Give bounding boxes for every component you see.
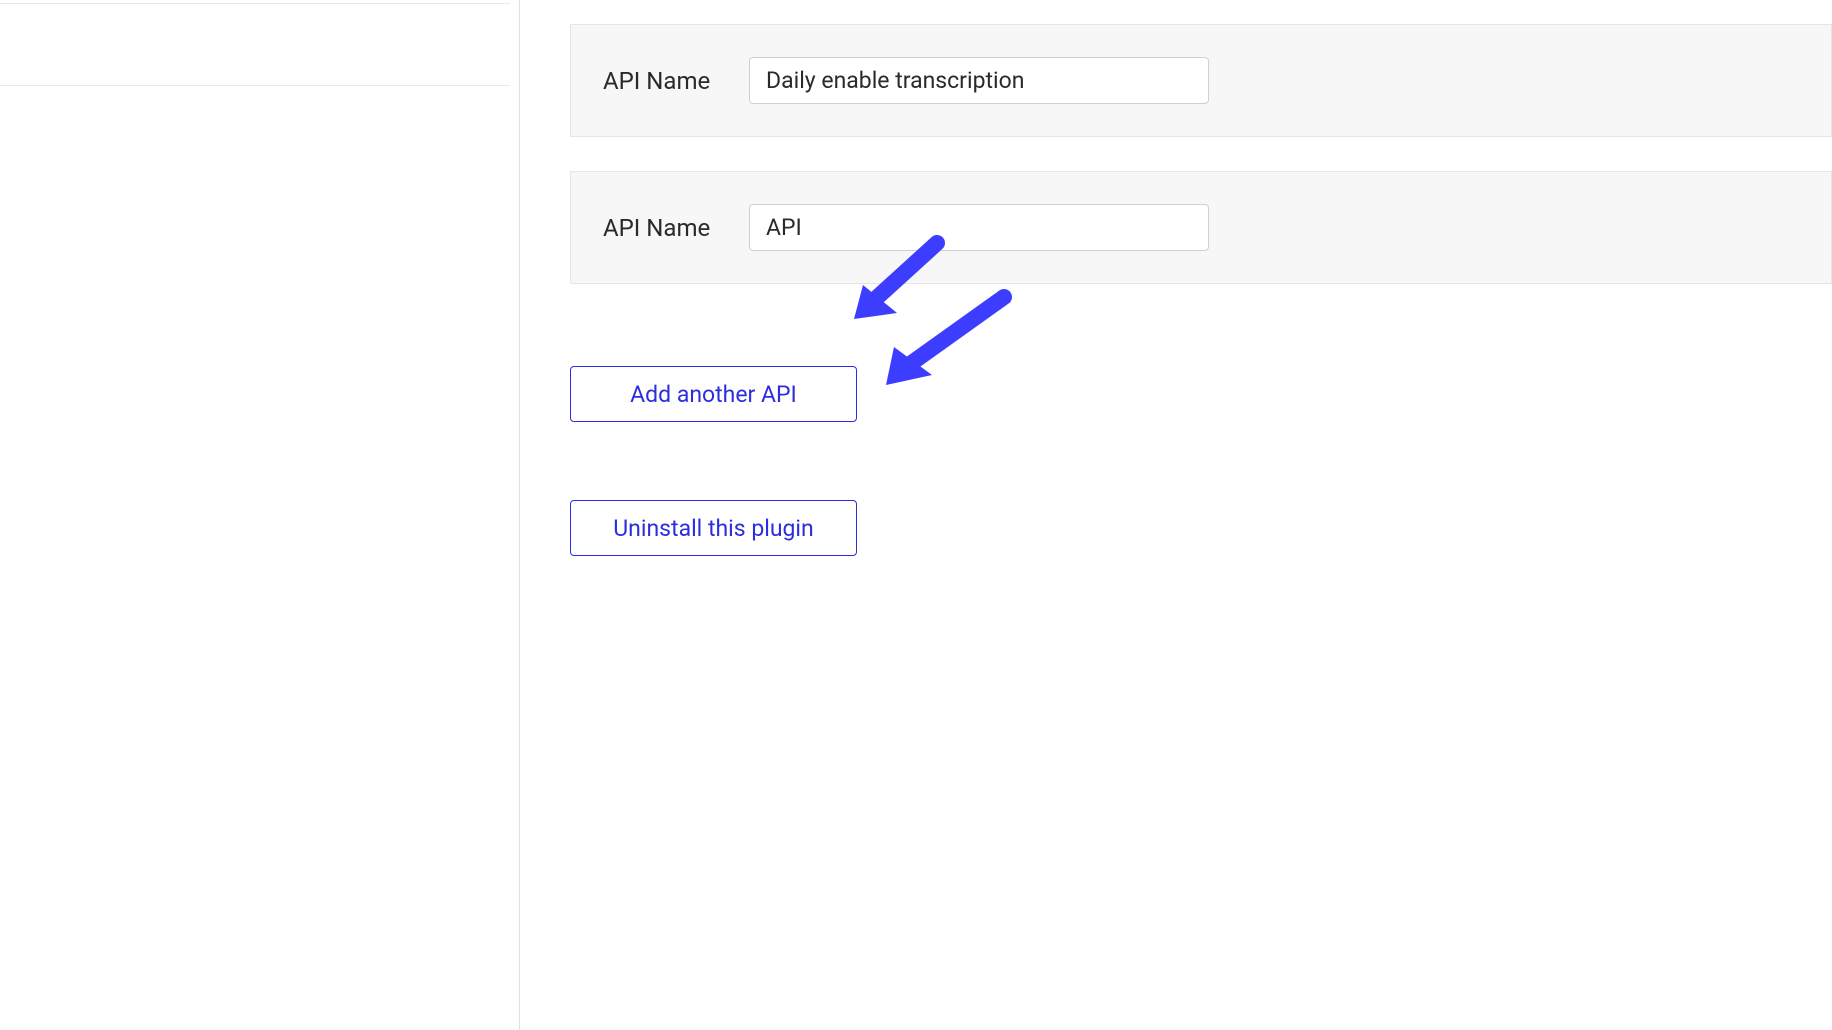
add-another-api-button[interactable]: Add another API <box>570 366 857 422</box>
api-config-block: API Name <box>570 24 1832 137</box>
uninstall-plugin-button[interactable]: Uninstall this plugin <box>570 500 857 556</box>
api-name-label: API Name <box>603 67 707 95</box>
main-content: API Name API Name Add another API Uninst… <box>520 0 1832 1030</box>
api-row: API Name <box>603 204 1799 251</box>
api-name-label: API Name <box>603 214 707 242</box>
api-name-input[interactable] <box>749 57 1209 104</box>
sidebar <box>0 0 520 1030</box>
sidebar-divider <box>0 85 510 86</box>
sidebar-divider <box>0 3 510 4</box>
api-name-input[interactable] <box>749 204 1209 251</box>
api-row: API Name <box>603 57 1799 104</box>
api-config-block: API Name <box>570 171 1832 284</box>
